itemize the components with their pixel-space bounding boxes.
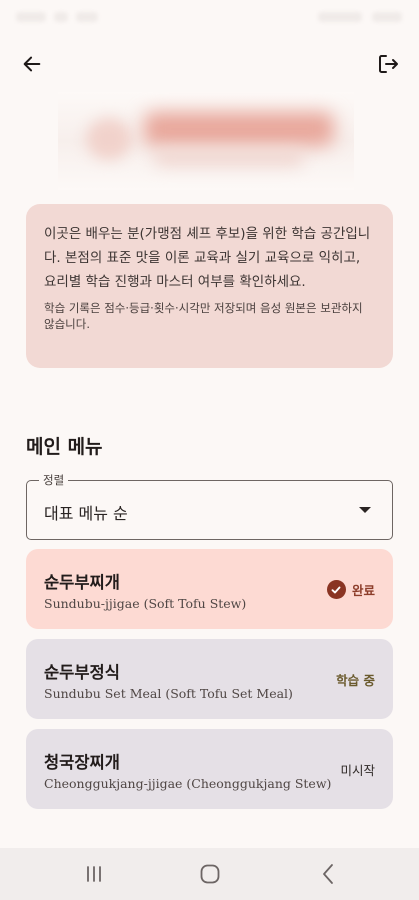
home-button[interactable] (196, 862, 224, 886)
status-badge: 완료 (326, 580, 375, 599)
info-card: 이곳은 배우는 분(가맹점 셰프 후보)을 위한 학습 공간입니다. 본점의 표… (26, 204, 393, 368)
menu-item-cheonggukjang-jjigae[interactable]: 청국장찌개 Cheonggukjang-jjigae (Cheonggukjan… (26, 729, 393, 809)
menu-item-sundubu-jjigae[interactable]: 순두부찌개 Sundubu-jjigae (Soft Tofu Stew) 완료 (26, 549, 393, 629)
sort-dropdown[interactable]: 정렬 대표 메뉴 순 (26, 472, 393, 540)
status-badge: 학습 중 (336, 670, 375, 689)
recents-icon (87, 866, 101, 882)
caret-down-icon (359, 507, 371, 513)
sort-value: 대표 메뉴 순 (44, 504, 128, 523)
brand-logo (58, 92, 354, 190)
back-button[interactable] (18, 50, 46, 78)
menu-item-title: 청국장찌개 (44, 753, 120, 772)
status-label: 완료 (351, 583, 375, 598)
logout-icon (379, 55, 398, 73)
logout-button[interactable] (374, 50, 402, 78)
top-app-bar (0, 44, 419, 84)
status-bar (0, 0, 419, 36)
nav-back-button[interactable] (314, 862, 342, 886)
menu-item-subtitle: Sundubu-jjigae (Soft Tofu Stew) (44, 596, 247, 611)
sort-label: 정렬 (39, 472, 69, 488)
recents-button[interactable] (80, 862, 108, 886)
info-description: 이곳은 배우는 분(가맹점 셰프 후보)을 위한 학습 공간입니다. 본점의 표… (44, 226, 371, 290)
status-badge: 미시작 (340, 760, 375, 779)
status-label: 미시작 (340, 763, 375, 778)
menu-item-title: 순두부찌개 (44, 573, 120, 592)
menu-item-sundubu-set-meal[interactable]: 순두부정식 Sundubu Set Meal (Soft Tofu Set Me… (26, 639, 393, 719)
menu-item-title: 순두부정식 (44, 663, 120, 682)
arrow-left-icon (23, 56, 41, 72)
home-icon (200, 864, 220, 884)
check-circle-icon (326, 580, 346, 599)
system-navigation-bar (0, 848, 419, 900)
info-privacy-note: 학습 기록은 점수·등급·횟수·시각만 저장되며 음성 원본은 보관하지 않습니… (44, 301, 363, 331)
chevron-left-icon (323, 864, 333, 884)
section-title: 메인 메뉴 (26, 436, 103, 458)
menu-item-subtitle: Cheonggukjang-jjigae (Cheonggukjang Stew… (44, 776, 332, 791)
menu-item-subtitle: Sundubu Set Meal (Soft Tofu Set Meal) (44, 686, 293, 701)
status-label: 학습 중 (336, 673, 375, 688)
